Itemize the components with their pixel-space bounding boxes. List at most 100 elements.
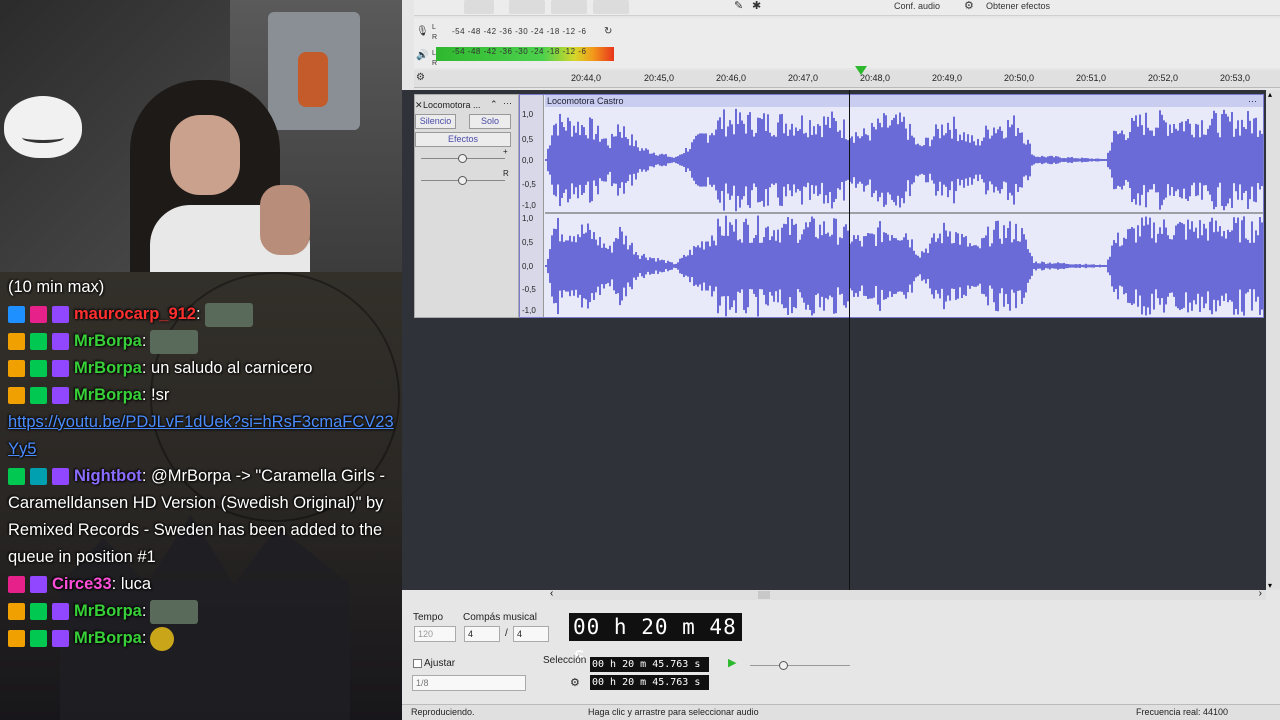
waveform-sample: [777, 229, 779, 303]
waveform-sample: [1187, 119, 1189, 201]
waveform-sample: [941, 124, 943, 196]
speed-slider-knob[interactable]: [779, 661, 788, 670]
waveform-sample: [1193, 137, 1195, 183]
waveform-sample: [1083, 158, 1085, 162]
waveform-sample: [973, 245, 975, 287]
waveform-sample: [731, 224, 733, 308]
track-area[interactable]: ✕ Locomotora ... ⌃ ··· Silencio Solo Efe…: [402, 90, 1266, 590]
waveform-sample: [699, 133, 701, 187]
chat-link[interactable]: https://youtu.be/PDJLvF1dUek?si=hRsF3cma…: [8, 413, 394, 458]
waveform-sample: [719, 226, 721, 306]
tempo-input[interactable]: 120: [414, 626, 456, 642]
scroll-left-icon[interactable]: ‹: [550, 588, 553, 599]
toolbar-button[interactable]: [464, 0, 494, 14]
time-signature-numerator[interactable]: 4: [464, 626, 500, 642]
waveform-sample: [617, 124, 619, 196]
draw-tool-icon[interactable]: ✎: [734, 0, 743, 12]
selection-end[interactable]: 00 h 20 m 45.763 s: [590, 675, 709, 690]
track-name[interactable]: Locomotora ...: [423, 100, 481, 110]
waveform-sample: [961, 233, 963, 299]
speaker-icon[interactable]: 🔊: [416, 50, 428, 62]
waveform-sample: [1043, 262, 1045, 270]
toolbar-button[interactable]: [509, 0, 545, 14]
waveform-sample: [1227, 229, 1229, 303]
clip-menu-icon[interactable]: ···: [1248, 95, 1257, 107]
waveform-sample: [933, 136, 935, 184]
effects-button[interactable]: Efectos: [415, 132, 511, 147]
waveform-sample: [657, 155, 659, 165]
scroll-right-icon[interactable]: ›: [1259, 588, 1262, 599]
snap-dropdown[interactable]: 1/8: [412, 675, 526, 691]
waveform-clip[interactable]: 1,0 0,5 0,0 -0,5 -1,0 1,0 0,5 0,0 -0,5 -…: [519, 94, 1264, 318]
waveform-sample: [761, 242, 763, 290]
waveform-sample: [1129, 131, 1131, 189]
scroll-up-icon[interactable]: ▴: [1268, 90, 1272, 99]
waveform-sample: [771, 136, 773, 184]
waveform-sample: [591, 118, 593, 202]
toolbar-button[interactable]: [593, 0, 629, 14]
time-display[interactable]: 00 h 20 m 48 s: [569, 613, 742, 667]
waveform-sample: [719, 117, 721, 203]
waveform-sample: [1185, 121, 1187, 199]
waveform-sample: [693, 246, 695, 286]
gain-slider-knob[interactable]: [458, 154, 467, 163]
waveform-sample: [1165, 122, 1167, 198]
waveform-sample: [807, 137, 809, 183]
waveform-sample: [711, 133, 713, 187]
waveform-sample: [1113, 130, 1115, 190]
selection-settings-icon[interactable]: ⚙: [570, 676, 580, 689]
waveform-sample: [1245, 129, 1247, 191]
waveform-sample: [1247, 239, 1249, 293]
recording-meter-scale[interactable]: -54 -48 -42 -36 -30 -24 -18 -12 -6: [452, 26, 586, 38]
waveform-sample: [1049, 155, 1051, 165]
close-track-icon[interactable]: ✕: [415, 100, 423, 111]
horizontal-scrollbar[interactable]: ‹ ›: [550, 588, 1266, 600]
waveform-sample: [1147, 224, 1149, 308]
pan-slider-knob[interactable]: [458, 176, 467, 185]
waveform-sample: [727, 126, 729, 194]
waveform-sample: [581, 125, 583, 195]
webcam-poster: [268, 12, 360, 130]
waveform-sample: [1085, 263, 1087, 269]
waveform-sample: [571, 136, 573, 184]
reset-icon[interactable]: ↻: [604, 26, 612, 38]
playhead-marker[interactable]: [855, 66, 867, 75]
track-menu-icon[interactable]: ···: [503, 98, 512, 108]
microphone-icon[interactable]: 🎙: [416, 26, 429, 38]
waveform-sample: [875, 246, 877, 286]
waveform-sample: [679, 154, 681, 166]
toolbar-button[interactable]: [551, 0, 587, 14]
waveform-sample: [1005, 137, 1007, 183]
timeline-ruler[interactable]: ⚙ 20:44,0 20:45,0 20:46,0 20:47,0 20:48,…: [414, 66, 1280, 88]
time-signature-denominator[interactable]: 4: [513, 626, 549, 642]
waveform-sample: [785, 123, 787, 197]
waveform-sample: [965, 141, 967, 179]
waveform-sample: [1063, 157, 1065, 163]
get-effects-button[interactable]: Obtener efectos: [986, 0, 1050, 12]
solo-button[interactable]: Solo: [469, 114, 511, 129]
clip-header[interactable]: Locomotora Castro ···: [545, 95, 1263, 107]
snap-checkbox[interactable]: [413, 659, 422, 668]
waveform-sample: [1185, 239, 1187, 293]
waveform-sample: [925, 137, 927, 183]
waveform-sample: [1119, 246, 1121, 286]
play-at-speed-icon[interactable]: ▶: [728, 656, 736, 669]
waveform-sample: [1221, 236, 1223, 296]
waveform-sample: [801, 234, 803, 298]
plug-icon: ⚙: [964, 0, 974, 12]
waveform-sample: [1217, 132, 1219, 188]
collapse-icon[interactable]: ⌃: [490, 99, 498, 110]
audio-setup-button[interactable]: Conf. audio: [894, 0, 940, 12]
waveform-sample: [1193, 231, 1195, 301]
timeline-settings-icon[interactable]: ⚙: [416, 72, 425, 84]
scroll-thumb[interactable]: [758, 591, 770, 599]
mute-button[interactable]: Silencio: [415, 114, 456, 129]
waveform-sample: [1077, 264, 1079, 268]
multi-tool-icon[interactable]: ✱: [752, 0, 761, 12]
waveform-sample: [897, 124, 899, 196]
waveform-sample: [653, 258, 655, 274]
scroll-down-icon[interactable]: ▾: [1268, 581, 1272, 590]
waveform-graph[interactable]: [545, 107, 1263, 318]
vertical-scrollbar[interactable]: ▴ ▾: [1266, 90, 1280, 590]
selection-start[interactable]: 00 h 20 m 45.763 s: [590, 657, 709, 672]
